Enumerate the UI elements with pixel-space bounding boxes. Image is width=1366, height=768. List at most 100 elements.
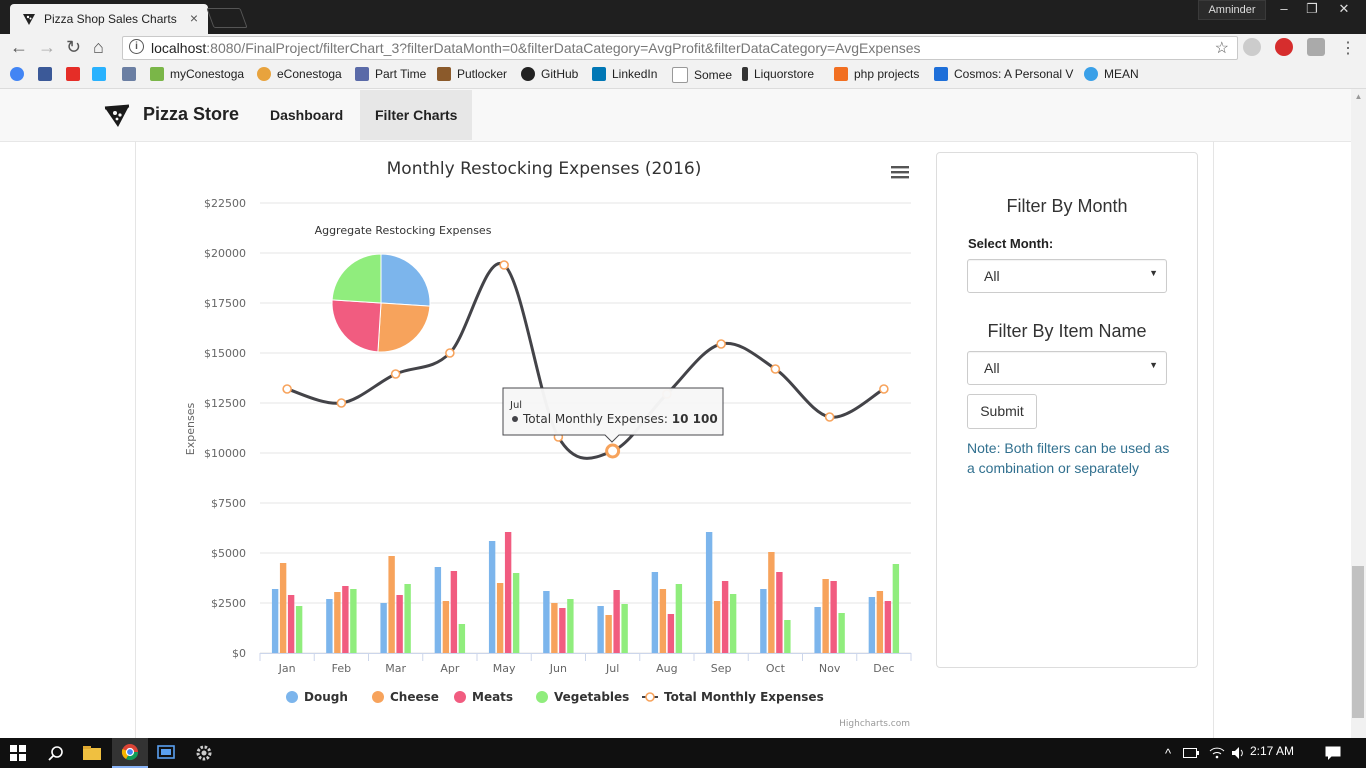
legend-item-dough[interactable]: Dough <box>286 690 348 704</box>
x-axis-ticks: Jan Feb Mar Apr May Jun Jul Aug Sep Oct Nov Dec <box>259 653 912 675</box>
chart-credits[interactable]: Highcharts.com <box>839 719 910 729</box>
app-taskbar-icon[interactable] <box>148 738 184 768</box>
bar-meats-apr <box>450 571 458 653</box>
chevron-up-icon[interactable]: ^ <box>1158 738 1178 768</box>
marker-sep <box>716 339 726 349</box>
bookmark-econestoga[interactable]: eConestoga <box>257 67 342 81</box>
legend-symbol <box>286 691 298 703</box>
marker-apr <box>445 348 455 358</box>
nav-item-dashboard[interactable]: Dashboard <box>256 90 357 140</box>
extension-bulb-icon[interactable] <box>1243 38 1261 56</box>
legend-symbol <box>372 691 384 703</box>
bar-cheese-jan <box>279 563 287 653</box>
container-border-left <box>135 141 136 738</box>
reload-icon[interactable]: ↻ <box>66 37 81 58</box>
bar-meats-jul <box>613 590 620 653</box>
taskbar-clock[interactable]: 2:17 AM <box>1250 744 1294 758</box>
extension-opera-icon[interactable] <box>1275 38 1293 56</box>
facebook-bookmark-icon[interactable] <box>38 67 58 81</box>
wifi-icon[interactable] <box>1206 738 1228 768</box>
scrollbar-thumb[interactable] <box>1352 566 1364 718</box>
close-tab-icon[interactable]: × <box>190 10 198 26</box>
home-icon[interactable]: ⌂ <box>93 37 104 58</box>
extension-cube-icon[interactable] <box>1307 38 1325 56</box>
bookmark-linkedin[interactable]: LinkedIn <box>592 67 657 81</box>
settings-gear-icon[interactable] <box>186 738 222 768</box>
action-center-icon[interactable] <box>1318 738 1348 768</box>
bookmark-liquorstore[interactable]: Liquorstore <box>742 67 814 81</box>
back-icon[interactable]: ← <box>10 37 28 58</box>
bar-meats-sep <box>721 581 729 653</box>
tab-title: Pizza Shop Sales Charts <box>44 12 177 26</box>
marker-oct <box>770 364 781 374</box>
bar-dough-nov <box>814 607 821 653</box>
month-select[interactable]: All ▼ <box>967 259 1167 293</box>
bar-meats-jun <box>559 608 566 653</box>
legend-item-cheese[interactable]: Cheese <box>372 690 439 704</box>
address-bar[interactable]: i localhost:8080/FinalProject/filterChar… <box>122 36 1238 60</box>
bookmark-cosmos[interactable]: Cosmos: A Personal V <box>934 67 1073 81</box>
x-tick-label: Jan <box>278 662 296 675</box>
bookmarks-bar: myConestoga eConestoga Part Time Putlock… <box>0 62 1366 89</box>
chevron-down-icon: ▼ <box>1149 360 1158 370</box>
pizza-logo-icon[interactable] <box>104 104 130 128</box>
forward-icon[interactable]: → <box>38 37 56 58</box>
brand-name[interactable]: Pizza Store <box>143 104 239 125</box>
legend-item-vegetables[interactable]: Vegetables <box>536 690 629 704</box>
chrome-taskbar-icon[interactable] <box>112 738 148 768</box>
legend-item-meats[interactable]: Meats <box>454 690 513 704</box>
info-icon[interactable]: i <box>129 39 144 54</box>
marker-nov <box>824 412 835 422</box>
restore-icon[interactable]: ❐ <box>1298 0 1326 18</box>
marker-feb <box>336 398 347 408</box>
bookmark-putlocker[interactable]: Putlocker <box>437 67 507 81</box>
browser-tab[interactable]: Pizza Shop Sales Charts × <box>10 4 208 34</box>
column-series <box>271 532 900 653</box>
bar-dough-dec <box>868 597 876 653</box>
bar-cheese-aug <box>659 589 667 653</box>
y-tick-label: $22500 <box>204 197 246 210</box>
pie-title: Aggregate Restocking Expenses <box>315 224 492 237</box>
battery-icon[interactable] <box>1180 738 1202 768</box>
chart-menu-icon[interactable] <box>891 166 909 179</box>
sync-bookmark-icon[interactable] <box>122 67 142 81</box>
bar-dough-sep <box>705 532 713 653</box>
close-window-icon[interactable]: ✕ <box>1326 0 1362 18</box>
bookmark-star-icon[interactable]: ☆ <box>1215 38 1229 58</box>
freelancer-bookmark-icon[interactable] <box>92 67 112 81</box>
file-explorer-icon[interactable] <box>74 738 110 768</box>
item-select[interactable]: All ▼ <box>967 351 1167 385</box>
youtube-bookmark-icon[interactable] <box>66 67 86 81</box>
bar-meats-oct <box>776 572 783 653</box>
google-bookmark-icon[interactable] <box>10 67 30 81</box>
bar-meats-may <box>504 532 512 653</box>
submit-button[interactable]: Submit <box>967 394 1037 429</box>
volume-icon[interactable] <box>1228 738 1250 768</box>
x-tick-label: Dec <box>873 662 894 675</box>
profile-button[interactable]: Amninder <box>1198 0 1266 20</box>
bookmark-somee[interactable]: Somee <box>672 67 732 83</box>
y-tick-label: $15000 <box>204 347 246 360</box>
menu-kebab-icon[interactable]: ⋮ <box>1340 38 1356 58</box>
bookmark-php-projects[interactable]: php projects <box>834 67 919 81</box>
scroll-up-icon[interactable]: ▲ <box>1351 92 1366 104</box>
chart-tooltip: Jul Total Monthly Expenses: 10 100 <box>502 387 724 443</box>
bookmark-github[interactable]: GitHub <box>521 67 578 81</box>
nav-item-filter-charts[interactable]: Filter Charts <box>360 90 473 140</box>
expenses-chart[interactable]: Monthly Restocking Expenses (2016) Expen… <box>160 145 920 735</box>
bar-meats-aug <box>667 614 675 653</box>
search-icon[interactable] <box>38 738 74 768</box>
bookmark-myconestoga[interactable]: myConestoga <box>150 67 244 81</box>
y-tick-label: $2500 <box>211 597 246 610</box>
svg-text:Total Monthly Expenses: 10 100: Total Monthly Expenses: 10 100 <box>522 412 718 426</box>
new-tab-button[interactable] <box>206 8 248 28</box>
legend-item-total-monthly-expenses[interactable]: Total Monthly Expenses <box>642 690 824 704</box>
bar-vegetables-jul <box>621 604 628 653</box>
minimize-icon[interactable]: – <box>1270 0 1298 18</box>
bookmark-mean[interactable]: MEAN <box>1084 67 1139 81</box>
legend-symbol <box>536 691 548 703</box>
bar-dough-feb <box>326 599 333 653</box>
x-tick-label: Jul <box>605 662 619 675</box>
windows-start-icon[interactable] <box>0 738 36 768</box>
bookmark-part-time[interactable]: Part Time <box>355 67 426 81</box>
